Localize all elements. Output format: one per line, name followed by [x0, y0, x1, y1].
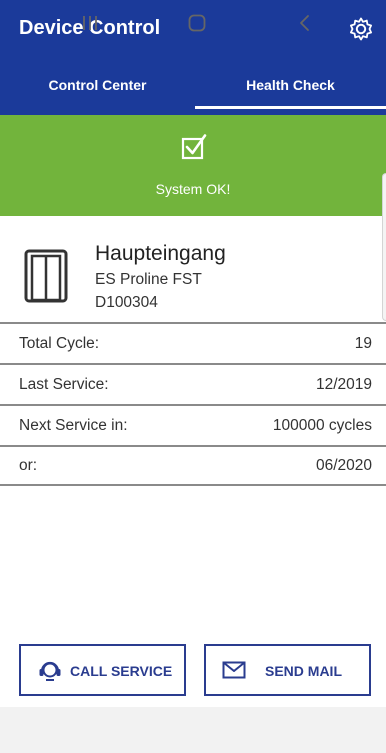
back-icon[interactable] — [293, 12, 317, 34]
recent-apps-icon[interactable] — [78, 12, 102, 34]
row-value: 100000 cycles — [272, 416, 372, 434]
check-box-icon — [181, 134, 207, 160]
table-row: Total Cycle: 19 — [0, 322, 386, 363]
status-banner — [0, 115, 386, 216]
door-icon — [24, 249, 68, 303]
row-value: 12/2019 — [315, 375, 372, 393]
table-row: Last Service: 12/2019 — [0, 363, 386, 404]
device-serial: D100304 — [95, 294, 158, 311]
tab-control-center[interactable]: Control Center — [0, 62, 195, 108]
row-value: 19 — [354, 334, 372, 352]
table-row: or: 06/2020 — [0, 445, 386, 486]
tab-selected-indicator — [195, 106, 386, 109]
status-text: System OK! — [155, 181, 231, 197]
mail-icon — [222, 661, 246, 679]
service-stats-table: Total Cycle: 19 Last Service: 12/2019 Ne… — [0, 322, 386, 486]
headset-icon — [39, 661, 61, 681]
home-icon[interactable] — [185, 12, 209, 34]
table-row: Next Service in: 100000 cycles — [0, 404, 386, 445]
send-mail-label: SEND MAIL — [265, 663, 342, 679]
system-nav-bar — [0, 707, 386, 753]
side-drawer-handle[interactable] — [382, 173, 386, 321]
call-service-label: CALL SERVICE — [70, 663, 173, 679]
send-mail-button[interactable]: SEND MAIL — [204, 644, 371, 696]
row-label: Total Cycle: — [19, 334, 100, 352]
row-label: or: — [19, 456, 38, 474]
row-value: 06/2020 — [315, 456, 372, 474]
gear-icon[interactable] — [347, 15, 375, 43]
tab-health-check[interactable]: Health Check — [195, 62, 386, 108]
call-service-button[interactable]: CALL SERVICE — [19, 644, 186, 696]
device-model: ES Proline FST — [95, 271, 202, 288]
device-name: Haupteingang — [95, 242, 226, 265]
row-label: Next Service in: — [19, 416, 128, 434]
row-label: Last Service: — [19, 375, 109, 393]
